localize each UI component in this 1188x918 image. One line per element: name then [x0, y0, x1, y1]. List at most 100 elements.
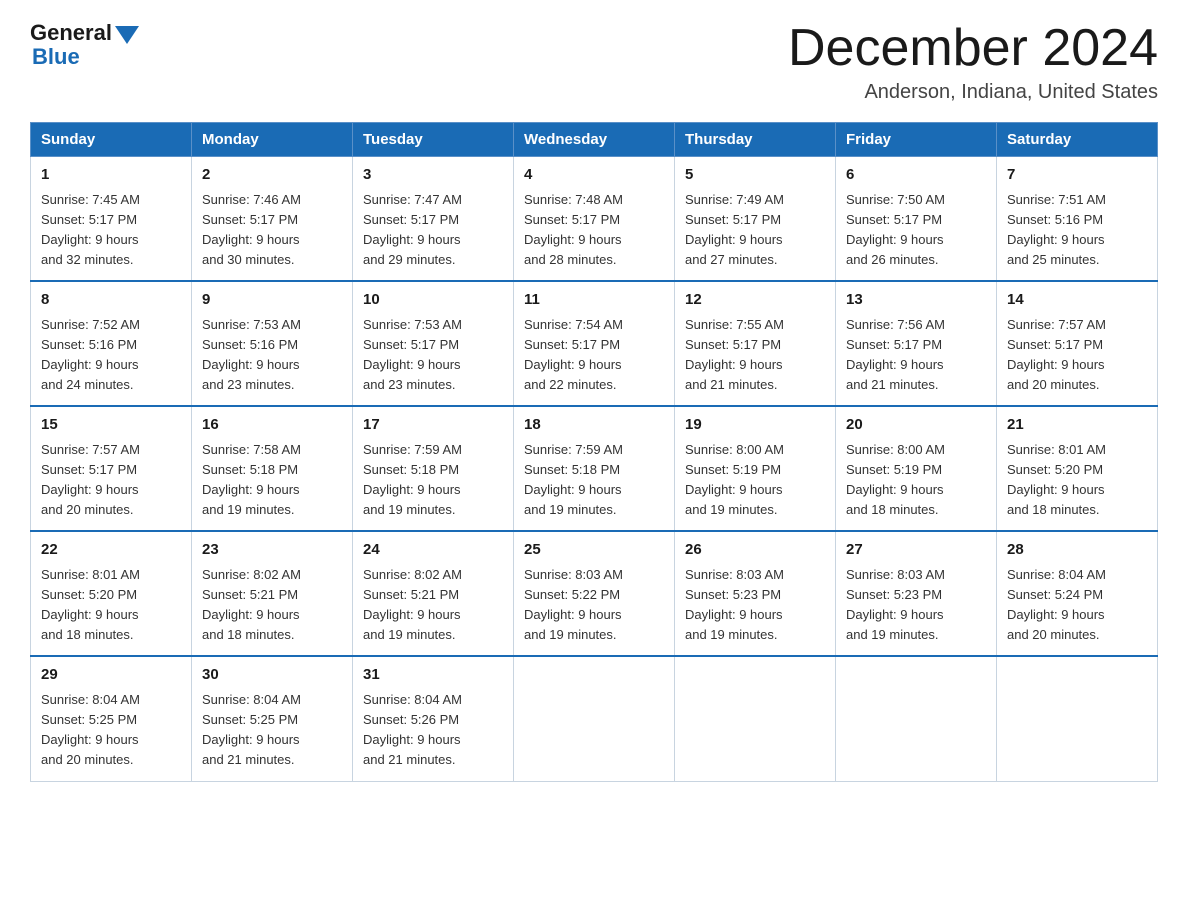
calendar-cell [836, 656, 997, 781]
logo-arrow-icon [115, 26, 139, 44]
day-number: 24 [363, 539, 503, 562]
header-wednesday: Wednesday [514, 123, 675, 157]
header-thursday: Thursday [675, 123, 836, 157]
calendar-cell: 5 Sunrise: 7:49 AMSunset: 5:17 PMDaylight… [675, 157, 836, 282]
calendar-cell: 7 Sunrise: 7:51 AMSunset: 5:16 PMDaylight… [997, 157, 1158, 282]
day-number: 8 [41, 289, 181, 312]
day-info: Sunrise: 7:56 AMSunset: 5:17 PMDaylight:… [846, 315, 986, 396]
day-number: 16 [202, 414, 342, 437]
calendar-cell [675, 656, 836, 781]
calendar-cell: 31 Sunrise: 8:04 AMSunset: 5:26 PMDayligh… [353, 656, 514, 781]
calendar-cell [997, 656, 1158, 781]
calendar-cell: 3Sunrise: 7:47 AMSunset: 5:17 PMDaylight… [353, 157, 514, 282]
calendar-cell: 30 Sunrise: 8:04 AMSunset: 5:25 PMDayligh… [192, 656, 353, 781]
calendar-cell: 13 Sunrise: 7:56 AMSunset: 5:17 PMDayligh… [836, 281, 997, 406]
day-info: Sunrise: 7:49 AMSunset: 5:17 PMDaylight:… [685, 190, 825, 271]
day-info: Sunrise: 8:04 AMSunset: 5:24 PMDaylight:… [1007, 565, 1147, 646]
page-header: General Blue December 2024 Anderson, Ind… [30, 20, 1158, 104]
calendar-cell: 12Sunrise: 7:55 AMSunset: 5:17 PMDayligh… [675, 281, 836, 406]
day-info: Sunrise: 7:52 AMSunset: 5:16 PMDaylight:… [41, 315, 181, 396]
calendar-cell: 18Sunrise: 7:59 AMSunset: 5:18 PMDayligh… [514, 406, 675, 531]
day-number: 20 [846, 414, 986, 437]
day-info: Sunrise: 7:51 AMSunset: 5:16 PMDaylight:… [1007, 190, 1147, 271]
day-number: 9 [202, 289, 342, 312]
day-number: 12 [685, 289, 825, 312]
month-title: December 2024 [788, 20, 1158, 77]
day-number: 21 [1007, 414, 1147, 437]
day-info: Sunrise: 8:00 AMSunset: 5:19 PMDaylight:… [846, 440, 986, 521]
day-number: 22 [41, 539, 181, 562]
day-info: Sunrise: 7:53 AMSunset: 5:16 PMDaylight:… [202, 315, 342, 396]
day-number: 23 [202, 539, 342, 562]
calendar-table: SundayMondayTuesdayWednesdayThursdayFrid… [30, 122, 1158, 781]
calendar-cell: 1 Sunrise: 7:45 AMSunset: 5:17 PMDaylight… [31, 157, 192, 282]
day-info: Sunrise: 7:57 AMSunset: 5:17 PMDaylight:… [41, 440, 181, 521]
day-info: Sunrise: 8:04 AMSunset: 5:26 PMDaylight:… [363, 690, 503, 771]
day-number: 4 [524, 164, 664, 187]
day-number: 25 [524, 539, 664, 562]
day-number: 11 [524, 289, 664, 312]
calendar-cell [514, 656, 675, 781]
calendar-cell: 6 Sunrise: 7:50 AMSunset: 5:17 PMDaylight… [836, 157, 997, 282]
location-title: Anderson, Indiana, United States [788, 81, 1158, 104]
day-info: Sunrise: 8:04 AMSunset: 5:25 PMDaylight:… [202, 690, 342, 771]
day-number: 6 [846, 164, 986, 187]
day-number: 2 [202, 164, 342, 187]
logo: General Blue [30, 20, 139, 70]
calendar-cell: 24 Sunrise: 8:02 AMSunset: 5:21 PMDayligh… [353, 531, 514, 656]
day-number: 31 [363, 664, 503, 687]
day-info: Sunrise: 8:02 AMSunset: 5:21 PMDaylight:… [363, 565, 503, 646]
calendar-cell: 27 Sunrise: 8:03 AMSunset: 5:23 PMDayligh… [836, 531, 997, 656]
calendar-cell: 25 Sunrise: 8:03 AMSunset: 5:22 PMDayligh… [514, 531, 675, 656]
day-number: 19 [685, 414, 825, 437]
calendar-cell: 22 Sunrise: 8:01 AMSunset: 5:20 PMDayligh… [31, 531, 192, 656]
day-number: 13 [846, 289, 986, 312]
day-info: Sunrise: 7:47 AMSunset: 5:17 PMDaylight:… [363, 190, 503, 271]
day-info: Sunrise: 7:59 AMSunset: 5:18 PMDaylight:… [524, 440, 664, 521]
day-info: Sunrise: 8:01 AMSunset: 5:20 PMDaylight:… [41, 565, 181, 646]
calendar-cell: 4 Sunrise: 7:48 AMSunset: 5:17 PMDaylight… [514, 157, 675, 282]
day-info: Sunrise: 7:54 AMSunset: 5:17 PMDaylight:… [524, 315, 664, 396]
day-number: 17 [363, 414, 503, 437]
calendar-week-row: 15Sunrise: 7:57 AMSunset: 5:17 PMDayligh… [31, 406, 1158, 531]
day-info: Sunrise: 8:01 AMSunset: 5:20 PMDaylight:… [1007, 440, 1147, 521]
day-info: Sunrise: 7:59 AMSunset: 5:18 PMDaylight:… [363, 440, 503, 521]
day-number: 7 [1007, 164, 1147, 187]
day-number: 5 [685, 164, 825, 187]
logo-blue-text: Blue [32, 44, 80, 70]
calendar-header-row: SundayMondayTuesdayWednesdayThursdayFrid… [31, 123, 1158, 157]
calendar-cell: 29 Sunrise: 8:04 AMSunset: 5:25 PMDayligh… [31, 656, 192, 781]
day-info: Sunrise: 8:03 AMSunset: 5:23 PMDaylight:… [846, 565, 986, 646]
calendar-cell: 19 Sunrise: 8:00 AMSunset: 5:19 PMDayligh… [675, 406, 836, 531]
calendar-cell: 20 Sunrise: 8:00 AMSunset: 5:19 PMDayligh… [836, 406, 997, 531]
calendar-cell: 10 Sunrise: 7:53 AMSunset: 5:17 PMDayligh… [353, 281, 514, 406]
calendar-cell: 28Sunrise: 8:04 AMSunset: 5:24 PMDayligh… [997, 531, 1158, 656]
day-info: Sunrise: 7:45 AMSunset: 5:17 PMDaylight:… [41, 190, 181, 271]
day-info: Sunrise: 7:50 AMSunset: 5:17 PMDaylight:… [846, 190, 986, 271]
day-info: Sunrise: 8:03 AMSunset: 5:23 PMDaylight:… [685, 565, 825, 646]
calendar-cell: 23 Sunrise: 8:02 AMSunset: 5:21 PMDayligh… [192, 531, 353, 656]
day-number: 27 [846, 539, 986, 562]
day-info: Sunrise: 7:48 AMSunset: 5:17 PMDaylight:… [524, 190, 664, 271]
day-number: 10 [363, 289, 503, 312]
calendar-week-row: 8 Sunrise: 7:52 AMSunset: 5:16 PMDaylight… [31, 281, 1158, 406]
day-info: Sunrise: 8:02 AMSunset: 5:21 PMDaylight:… [202, 565, 342, 646]
calendar-cell: 2Sunrise: 7:46 AMSunset: 5:17 PMDaylight… [192, 157, 353, 282]
day-info: Sunrise: 8:04 AMSunset: 5:25 PMDaylight:… [41, 690, 181, 771]
day-info: Sunrise: 7:53 AMSunset: 5:17 PMDaylight:… [363, 315, 503, 396]
day-number: 30 [202, 664, 342, 687]
logo-general-text: General [30, 20, 112, 46]
day-info: Sunrise: 7:58 AMSunset: 5:18 PMDaylight:… [202, 440, 342, 521]
day-number: 1 [41, 164, 181, 187]
day-info: Sunrise: 8:00 AMSunset: 5:19 PMDaylight:… [685, 440, 825, 521]
day-info: Sunrise: 8:03 AMSunset: 5:22 PMDaylight:… [524, 565, 664, 646]
header-friday: Friday [836, 123, 997, 157]
calendar-week-row: 1 Sunrise: 7:45 AMSunset: 5:17 PMDaylight… [31, 157, 1158, 282]
calendar-cell: 11 Sunrise: 7:54 AMSunset: 5:17 PMDayligh… [514, 281, 675, 406]
calendar-cell: 9 Sunrise: 7:53 AMSunset: 5:16 PMDaylight… [192, 281, 353, 406]
day-number: 29 [41, 664, 181, 687]
calendar-cell: 8 Sunrise: 7:52 AMSunset: 5:16 PMDaylight… [31, 281, 192, 406]
day-number: 26 [685, 539, 825, 562]
header-monday: Monday [192, 123, 353, 157]
calendar-cell: 17 Sunrise: 7:59 AMSunset: 5:18 PMDayligh… [353, 406, 514, 531]
